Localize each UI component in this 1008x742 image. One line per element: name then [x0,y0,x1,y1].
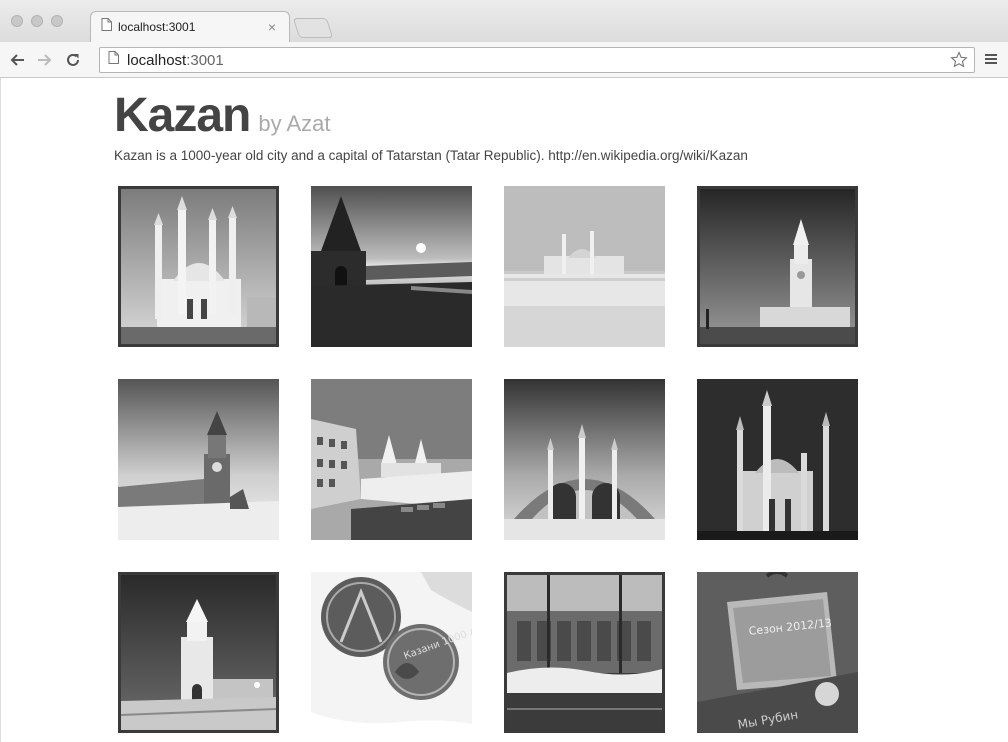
zoom-window-button[interactable] [51,15,63,27]
close-icon[interactable]: × [265,20,279,34]
page-description: Kazan is a 1000-year old city and a capi… [114,148,748,163]
photo-11[interactable] [504,572,665,733]
page-byline: by Azat [258,111,331,136]
photo-3[interactable] [504,186,665,347]
address-bar[interactable]: localhost:3001 [99,47,975,73]
page-icon [101,18,112,36]
star-icon[interactable] [950,51,968,74]
url-text: localhost:3001 [127,52,224,69]
page-heading: Kazan by Azat [114,88,331,143]
photo-2[interactable] [311,186,472,347]
tab-localhost[interactable]: localhost:3001 × [90,11,290,42]
menu-icon[interactable] [984,52,998,71]
close-window-button[interactable] [11,15,23,27]
forward-icon[interactable] [34,49,56,71]
photo-12[interactable]: Сезон 2012/13 Мы Рубин [697,572,858,733]
photo-9[interactable] [118,572,279,733]
browser-toolbar: localhost:3001 [0,42,1008,78]
tab-title: localhost:3001 [118,20,196,34]
photo-4[interactable] [697,186,858,347]
page-icon [108,51,119,69]
photo-8[interactable] [697,379,858,540]
tab-strip: localhost:3001 × [0,0,1008,42]
minimize-window-button[interactable] [31,15,43,27]
photo-10[interactable]: Казани 1000 лет [311,572,472,733]
photo-6[interactable] [311,379,472,540]
photo-1[interactable] [118,186,279,347]
new-tab-button[interactable] [292,18,334,38]
page-content: Kazan by Azat Kazan is a 1000-year old c… [0,78,1008,742]
browser-window: localhost:3001 × localhost:3001 Kazan by… [0,0,1008,742]
photo-gallery: Казани 1000 лет Сезон 2012/13 Мы Рубин [118,186,858,733]
back-icon[interactable] [6,49,28,71]
window-controls [11,15,63,27]
url-port: :3001 [186,51,224,69]
reload-icon[interactable] [62,49,84,71]
photo-5[interactable] [118,379,279,540]
photo-7[interactable] [504,379,665,540]
url-host: localhost [127,51,187,69]
page-title: Kazan [114,89,251,142]
